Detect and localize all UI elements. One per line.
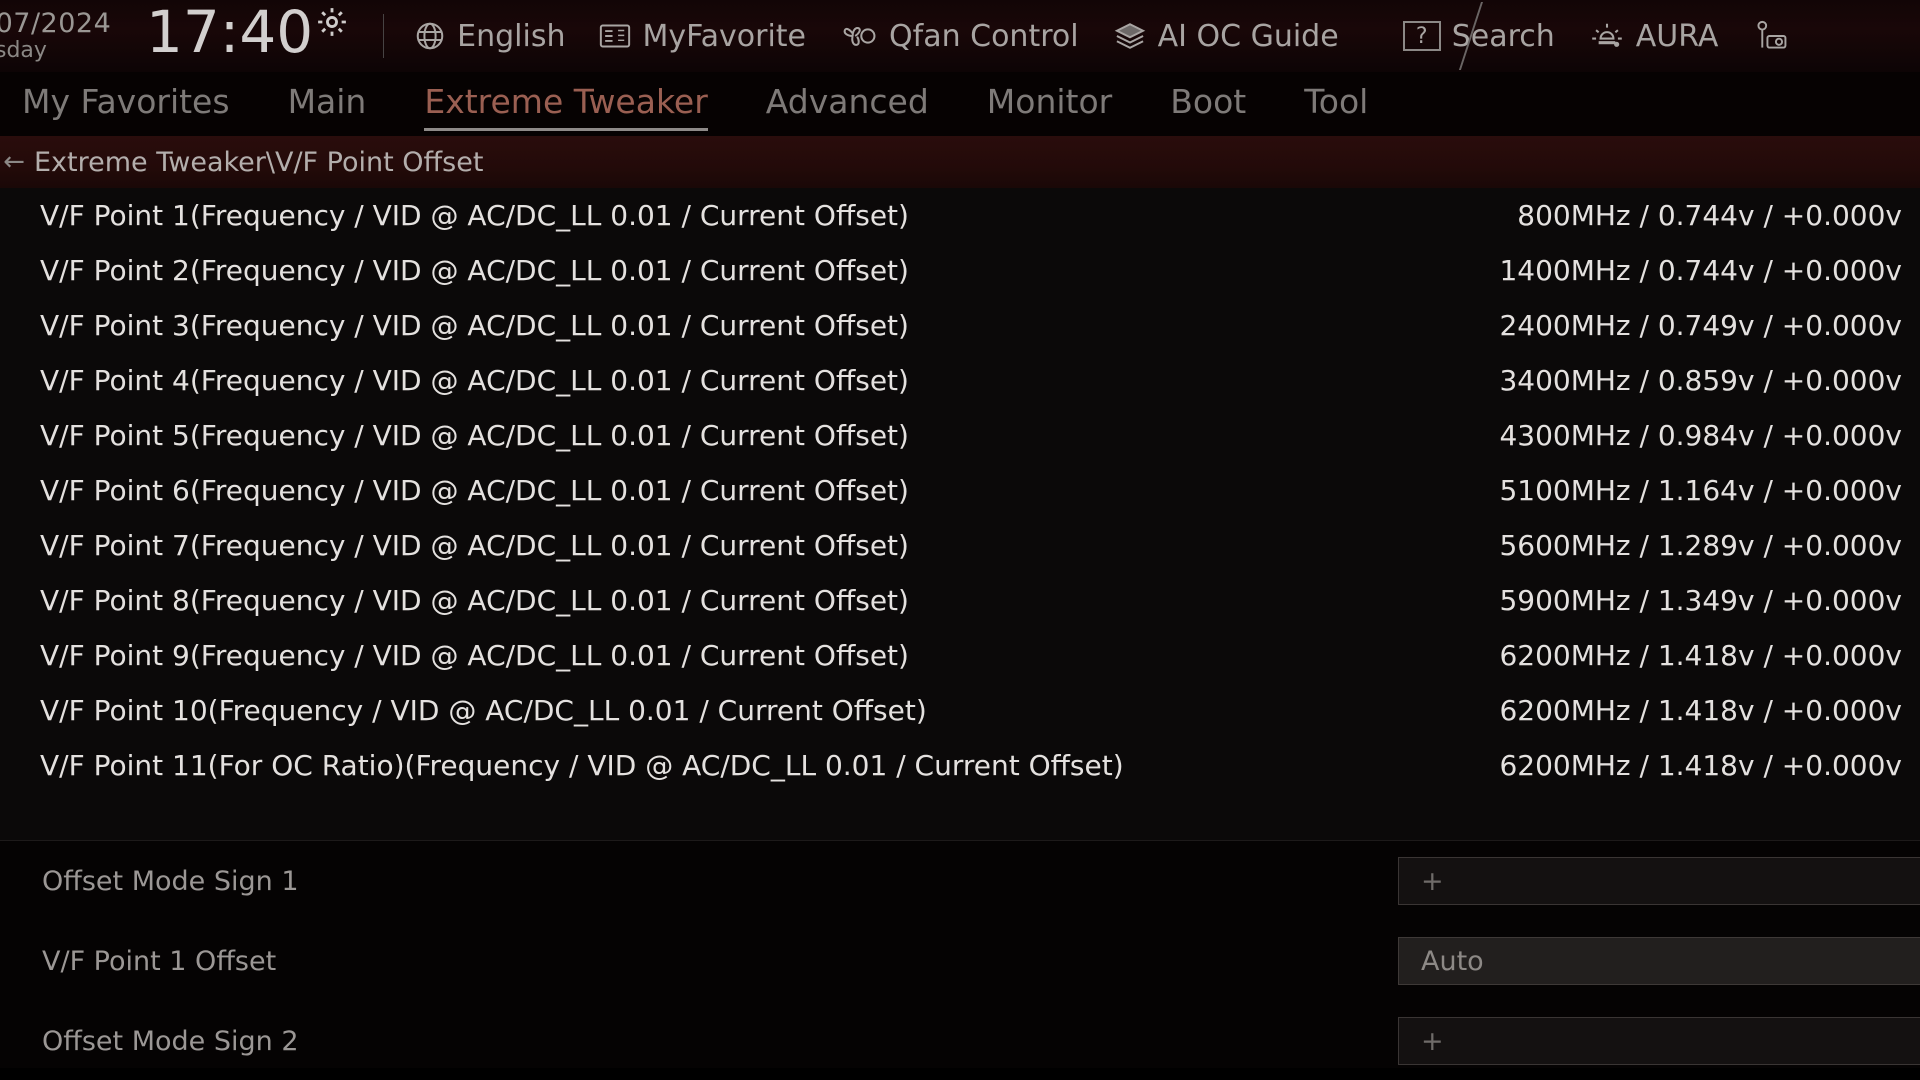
table-row[interactable]: V/F Point 5(Frequency / VID @ AC/DC_LL 0… [0,408,1920,463]
table-row[interactable]: V/F Point 2(Frequency / VID @ AC/DC_LL 0… [0,243,1920,298]
vf-point-label: V/F Point 5(Frequency / VID @ AC/DC_LL 0… [40,419,909,452]
vf-point-value: 6200MHz / 1.418v / +0.000v [1499,749,1902,782]
vf-point-value: 1400MHz / 0.744v / +0.000v [1499,254,1902,287]
table-row[interactable]: V/F Point 8(Frequency / VID @ AC/DC_LL 0… [0,573,1920,628]
vf-point-value: 6200MHz / 1.418v / +0.000v [1499,639,1902,672]
vf-point-value: 5600MHz / 1.289v / +0.000v [1499,529,1902,562]
header-divider [383,14,385,58]
setting-label: Offset Mode Sign 1 [42,865,299,897]
header-item-hotkey[interactable] [1752,18,1788,54]
vf-point-value: 5900MHz / 1.349v / +0.000v [1499,584,1902,617]
hotkey-icon [1752,18,1788,54]
current-day: ursday [0,38,47,63]
setting-label: Offset Mode Sign 2 [42,1025,299,1057]
table-row[interactable]: V/F Point 6(Frequency / VID @ AC/DC_LL 0… [0,463,1920,518]
vf-point-label: V/F Point 2(Frequency / VID @ AC/DC_LL 0… [40,254,909,287]
table-row[interactable]: V/F Point 1(Frequency / VID @ AC/DC_LL 0… [0,188,1920,243]
header-item-english[interactable]: English [414,19,565,54]
vf-point-label: V/F Point 8(Frequency / VID @ AC/DC_LL 0… [40,584,909,617]
list-icon [599,22,631,50]
table-row[interactable]: V/F Point 7(Frequency / VID @ AC/DC_LL 0… [0,518,1920,573]
header-item-qfan-control[interactable]: Qfan Control [840,19,1079,54]
bottom-edge [0,1068,1920,1080]
vf-point-label: V/F Point 11(For OC Ratio)(Frequency / V… [40,749,1124,782]
tab-monitor[interactable]: Monitor [987,82,1112,127]
table-row[interactable]: V/F Point 10(Frequency / VID @ AC/DC_LL … [0,683,1920,738]
vf-point-label: V/F Point 3(Frequency / VID @ AC/DC_LL 0… [40,309,909,342]
vf-point-value: 4300MHz / 0.984v / +0.000v [1499,419,1902,452]
header-item-myfavorite-label: MyFavorite [642,18,807,54]
tab-boot[interactable]: Boot [1170,82,1246,127]
tab-my-favorites[interactable]: My Favorites [22,82,230,127]
clock-time: 17:40 [146,0,314,66]
header-item-myfavorite[interactable]: MyFavorite [599,19,806,54]
aura-icon [1589,20,1625,52]
header-item-search[interactable]: ? Search [1402,19,1555,54]
table-row[interactable]: V/F Point 9(Frequency / VID @ AC/DC_LL 0… [0,628,1920,683]
table-row[interactable]: V/F Point 4(Frequency / VID @ AC/DC_LL 0… [0,353,1920,408]
breadcrumb-path: Extreme Tweaker\V/F Point Offset [34,146,484,178]
vf-point-value: 5100MHz / 1.164v / +0.000v [1499,474,1902,507]
vf-point-label: V/F Point 9(Frequency / VID @ AC/DC_LL 0… [40,639,909,672]
header-item-ai-oc-guide[interactable]: AI OC Guide [1113,19,1339,54]
vf-point-value: 3400MHz / 0.859v / +0.000v [1499,364,1902,397]
vf-point-list: V/F Point 1(Frequency / VID @ AC/DC_LL 0… [0,188,1920,840]
globe-icon [414,20,446,52]
setting-row-vf-point-1-offset[interactable]: V/F Point 1 Offset Auto [0,921,1920,1001]
header-item-ai-oc-guide-label: AI OC Guide [1157,18,1339,54]
gear-icon[interactable] [315,5,349,43]
vf-point-label: V/F Point 10(Frequency / VID @ AC/DC_LL … [40,694,927,727]
settings-section: Offset Mode Sign 1 + V/F Point 1 Offset … [0,840,1920,1080]
setting-row-offset-mode-sign-1[interactable]: Offset Mode Sign 1 + [0,841,1920,921]
vf-point-value: 2400MHz / 0.749v / +0.000v [1499,309,1902,342]
back-arrow-icon[interactable]: ← [0,147,34,177]
vf-point-label: V/F Point 1(Frequency / VID @ AC/DC_LL 0… [40,199,909,232]
table-row[interactable]: V/F Point 3(Frequency / VID @ AC/DC_LL 0… [0,298,1920,353]
offset-mode-sign-2-field[interactable]: + [1398,1017,1920,1065]
question-icon: ? [1402,21,1441,51]
fan-icon [840,20,878,52]
current-date: /07/2024 [0,8,112,39]
vf-point-value: 6200MHz / 1.418v / +0.000v [1499,694,1902,727]
tab-advanced[interactable]: Advanced [766,82,929,127]
table-row[interactable]: V/F Point 11(For OC Ratio)(Frequency / V… [0,738,1920,793]
header-item-english-label: English [457,18,566,54]
tab-main[interactable]: Main [288,82,367,127]
tab-extreme-tweaker[interactable]: Extreme Tweaker [424,82,709,131]
vf-point-label: V/F Point 7(Frequency / VID @ AC/DC_LL 0… [40,529,909,562]
vf-point-label: V/F Point 4(Frequency / VID @ AC/DC_LL 0… [40,364,909,397]
vf-point-label: V/F Point 6(Frequency / VID @ AC/DC_LL 0… [40,474,909,507]
datetime-block: /07/2024 ursday [0,0,152,72]
tab-tool[interactable]: Tool [1304,82,1368,127]
header-item-aura-label: AURA [1635,18,1719,54]
clock: 17:40 [146,3,349,65]
main-nav-tabs: My Favorites Main Extreme Tweaker Advanc… [0,72,1920,136]
vf-point-value: 800MHz / 0.744v / +0.000v [1517,199,1902,232]
offset-mode-sign-1-field[interactable]: + [1398,857,1920,905]
header-item-aura[interactable]: AURA [1589,18,1719,54]
bios-screen: /07/2024 ursday 17:40 English [0,0,1920,1080]
top-header-bar: /07/2024 ursday 17:40 English [0,0,1920,72]
setting-label: V/F Point 1 Offset [42,945,277,977]
header-item-qfan-control-label: Qfan Control [889,18,1079,54]
chip-icon [1113,20,1147,52]
breadcrumb: ← Extreme Tweaker\V/F Point Offset [0,136,1920,188]
vf-point-1-offset-field[interactable]: Auto [1398,937,1920,985]
